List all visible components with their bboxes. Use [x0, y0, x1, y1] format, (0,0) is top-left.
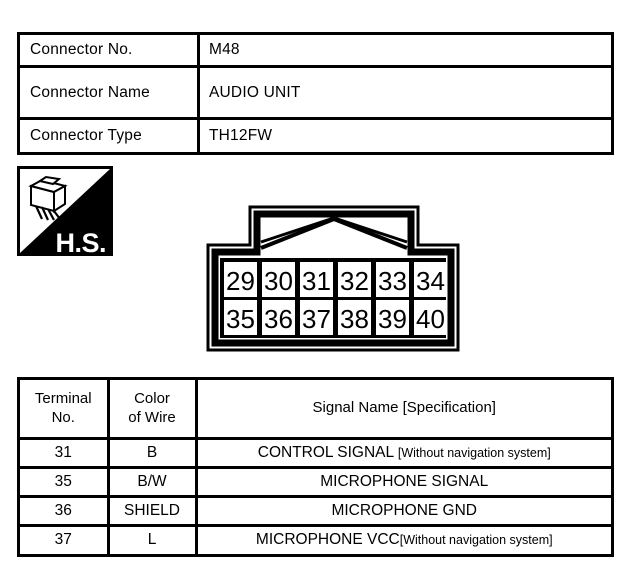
- table-header-row: Terminal No. Color of Wire Signal Name […: [20, 380, 611, 440]
- pin-label-31: 31: [302, 266, 331, 296]
- pin-label-30: 30: [264, 266, 293, 296]
- column-header-color-of-wire: Color of Wire: [108, 380, 198, 440]
- pin-label-36: 36: [264, 304, 293, 334]
- pin-label-37: 37: [302, 304, 331, 334]
- color-of-wire-line1: Color: [134, 389, 170, 407]
- connector-pinout-diagram: 29 30 31 32 33 34 35 36 37 38 39 40: [206, 204, 460, 352]
- cell-terminal-no: 35: [20, 467, 110, 498]
- connector-pinout-svg: 29 30 31 32 33 34 35 36 37 38 39 40: [206, 205, 460, 352]
- connector-no-label: Connector No.: [20, 35, 200, 65]
- cell-signal-name: MICROPHONE SIGNAL: [196, 467, 611, 498]
- table-row: Connector Name AUDIO UNIT: [20, 68, 611, 120]
- cell-signal-name: MICROPHONE VCC[Without navigation system…: [196, 525, 611, 554]
- hs-harness-side-icon: H.S.: [17, 166, 113, 256]
- cell-color-of-wire: L: [108, 525, 198, 554]
- pin-label-40: 40: [416, 304, 445, 334]
- signal-spec-text: [Without navigation system]: [399, 533, 553, 548]
- table-row: 36 SHIELD MICROPHONE GND: [20, 496, 611, 527]
- connector-name-value: AUDIO UNIT: [209, 83, 301, 101]
- terminal-no-line1: Terminal: [34, 389, 92, 407]
- cell-terminal-no: 36: [20, 496, 110, 527]
- table-row: Connector Type TH12FW: [20, 120, 611, 152]
- connector-info-table: Connector No. M48 Connector Name AUDIO U…: [17, 32, 614, 155]
- cell-color-of-wire: SHIELD: [108, 496, 198, 527]
- column-header-signal-name: Signal Name [Specification]: [196, 380, 611, 440]
- cell-signal-name: CONTROL SIGNAL [Without navigation syste…: [196, 438, 611, 469]
- pin-label-38: 38: [340, 304, 369, 334]
- signal-spec-text: [Without navigation system]: [397, 445, 551, 460]
- cell-color-of-wire: B: [108, 438, 198, 469]
- signal-main-text: MICROPHONE VCC: [255, 531, 400, 549]
- terminal-no-line2: No.: [51, 409, 75, 427]
- pin-label-34: 34: [416, 266, 445, 296]
- table-row: 35 B/W MICROPHONE SIGNAL: [20, 467, 611, 498]
- pin-label-33: 33: [378, 266, 407, 296]
- table-row: 31 B CONTROL SIGNAL [Without navigation …: [20, 438, 611, 469]
- connector-type-label: Connector Type: [20, 120, 200, 152]
- hs-icon-label: H.S.: [55, 228, 106, 256]
- connector-no-value: M48: [209, 41, 240, 58]
- column-header-terminal-no: Terminal No.: [20, 380, 110, 440]
- signal-main-text: CONTROL SIGNAL: [257, 443, 398, 461]
- pin-label-39: 39: [378, 304, 407, 334]
- cell-terminal-no: 37: [20, 525, 110, 554]
- connector-name-label: Connector Name: [20, 68, 200, 117]
- signal-main-text: MICROPHONE GND: [331, 501, 478, 519]
- connector-harness-icon: [28, 175, 68, 221]
- cell-signal-name: MICROPHONE GND: [196, 496, 611, 527]
- table-row: 37 L MICROPHONE VCC[Without navigation s…: [20, 525, 611, 554]
- terminal-signal-table: Terminal No. Color of Wire Signal Name […: [17, 377, 614, 557]
- signal-main-text: MICROPHONE SIGNAL: [320, 472, 489, 490]
- pin-label-35: 35: [226, 304, 255, 334]
- hs-icon-frame: H.S.: [17, 166, 113, 256]
- connector-type-value: TH12FW: [209, 127, 273, 144]
- color-of-wire-line2: of Wire: [128, 409, 176, 427]
- table-row: Connector No. M48: [20, 35, 611, 68]
- pin-label-29: 29: [226, 266, 255, 296]
- pin-label-32: 32: [340, 266, 369, 296]
- cell-color-of-wire: B/W: [108, 467, 198, 498]
- cell-terminal-no: 31: [20, 438, 110, 469]
